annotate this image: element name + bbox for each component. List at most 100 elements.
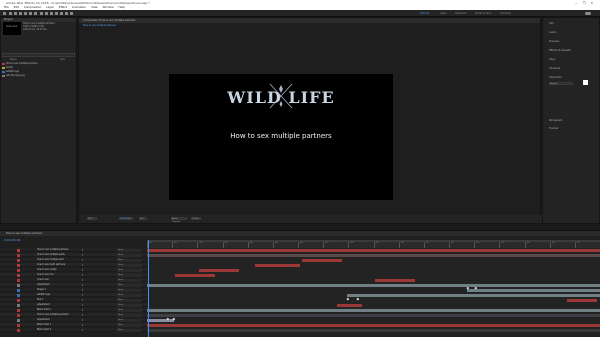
layer-name[interactable]: Black Solid 2 [37,328,79,331]
label-color-swatch[interactable] [17,278,20,282]
layer-row[interactable]: how to sex multiple part None [0,258,147,262]
panel-preview[interactable]: Preview [549,40,559,43]
column-name[interactable]: Name [10,58,16,61]
minimize-button[interactable]: — [575,1,583,5]
layer-row[interactable]: Shape 1 None [0,288,147,292]
layer-name[interactable]: Black Solid 1 [37,308,79,311]
parent-select[interactable]: None [117,293,142,297]
parent-select[interactable]: None [117,323,142,327]
layer-duration-bar[interactable] [567,299,597,302]
workspace-libraries[interactable]: Libraries [500,12,511,15]
layer-row[interactable]: Adjustment None [0,303,147,307]
workspace-standard[interactable]: Standard [455,12,466,15]
layer-switches[interactable] [82,273,112,276]
menu-file[interactable]: File [4,5,9,9]
layer-switches[interactable] [82,278,112,281]
label-color-swatch[interactable] [17,268,20,272]
rotate-tool-icon[interactable] [24,12,27,15]
layer-name[interactable]: how to sex multiple parts [37,253,79,256]
layer-name[interactable]: Null 1 [37,298,79,301]
puppet-tool-icon[interactable] [70,12,73,15]
parent-select[interactable]: None [117,328,142,332]
brush-tool-icon[interactable] [55,12,58,15]
layer-row[interactable]: how to sex None [0,278,147,282]
panel-info[interactable]: Info [549,22,554,25]
layer-switches[interactable] [82,248,112,251]
pan-behind-tool-icon[interactable] [34,12,37,15]
parent-select[interactable]: None [117,253,142,257]
layer-switches[interactable] [82,288,112,291]
layer-switches[interactable] [82,323,112,326]
panel-align[interactable]: Align [549,58,556,61]
hand-tool-icon[interactable] [14,12,17,15]
layer-duration-bar[interactable] [175,274,215,277]
menu-effect[interactable]: Effect [59,5,67,9]
eraser-tool-icon[interactable] [65,12,68,15]
view-layout-select[interactable]: 1 View [191,217,201,220]
layer-duration-bar[interactable] [147,254,600,257]
stamp-tool-icon[interactable] [60,12,63,15]
parent-select[interactable]: None [117,288,142,292]
parent-select[interactable]: None [117,258,142,262]
layer-row[interactable]: How to sex multiple partners None [0,248,147,252]
layer-row[interactable]: Black Solid 1 None [0,323,147,327]
parent-select[interactable]: None [117,263,142,267]
selection-tool-icon[interactable] [9,12,12,15]
parent-select[interactable]: None [117,248,142,252]
layer-tracks[interactable] [147,248,600,337]
layer-duration-bar[interactable] [375,279,415,282]
layer-name[interactable]: how to sex multiple part [37,258,79,261]
zoom-select[interactable]: 25% [87,217,97,220]
panel-libraries[interactable]: Libraries [549,67,560,70]
label-color-swatch[interactable] [17,328,20,332]
label-color-swatch[interactable] [17,248,20,252]
layer-name[interactable]: how to sex multi partners [37,263,79,266]
layer-name[interactable]: how to sex multip [37,268,79,271]
label-color-swatch[interactable] [17,283,20,287]
layer-name[interactable]: How to sex multiple partners [37,313,79,316]
pen-tool-icon[interactable] [45,12,48,15]
layer-name[interactable]: how to sex [37,278,79,281]
composition-tab[interactable]: Composition How to sex multiple partners [79,18,540,23]
layer-duration-bar[interactable] [337,304,362,307]
label-color-swatch[interactable] [17,313,20,317]
window-controls[interactable]: —❐✕ [575,1,598,5]
menu-layer[interactable]: Layer [46,5,54,9]
keyframe-icon[interactable] [346,297,349,300]
label-color-swatch[interactable] [17,293,20,297]
layer-duration-bar[interactable] [199,269,239,272]
menu-view[interactable]: View [91,5,98,9]
timeline-timecode[interactable]: 0;00;00;00 [4,238,20,242]
close-button[interactable]: ✕ [590,1,598,5]
parent-select[interactable]: None [117,278,142,282]
shape-tool-icon[interactable] [40,12,43,15]
layer-name[interactable]: Shape 1 [37,288,79,291]
layer-row[interactable]: Null 1 None [0,298,147,302]
label-color-swatch[interactable] [17,323,20,327]
zoom-tool-icon[interactable] [19,12,22,15]
layer-row[interactable]: Adjustment None [0,318,147,322]
project-item[interactable]: wild life logo.png [2,74,25,77]
timeline-tab[interactable]: How to sex multiple partners [0,231,600,236]
font-style-select[interactable]: Regular [549,82,573,85]
label-color-swatch[interactable] [17,263,20,267]
layer-row[interactable]: how to sex mul None [0,273,147,277]
layer-duration-bar[interactable] [147,249,600,252]
layer-name[interactable]: wildlife logo [37,293,79,296]
layer-switches[interactable] [82,328,112,331]
layer-switches[interactable] [82,318,112,321]
playhead[interactable] [148,240,149,337]
label-color-swatch[interactable] [17,288,20,292]
layer-duration-bar[interactable] [347,294,600,297]
layer-row[interactable]: Adjustment None [0,283,147,287]
resolution-select[interactable]: Full [139,217,147,220]
search-help-icon[interactable] [585,12,591,15]
project-item[interactable]: wildlife logo [2,70,19,73]
layer-duration-bar[interactable] [147,284,600,287]
camera-tool-icon[interactable] [29,12,32,15]
label-color-swatch[interactable] [17,273,20,277]
layer-duration-bar[interactable] [302,259,342,262]
label-color-swatch[interactable] [17,298,20,302]
column-type[interactable]: Type [60,58,65,61]
panel-character[interactable]: Character [549,76,562,79]
